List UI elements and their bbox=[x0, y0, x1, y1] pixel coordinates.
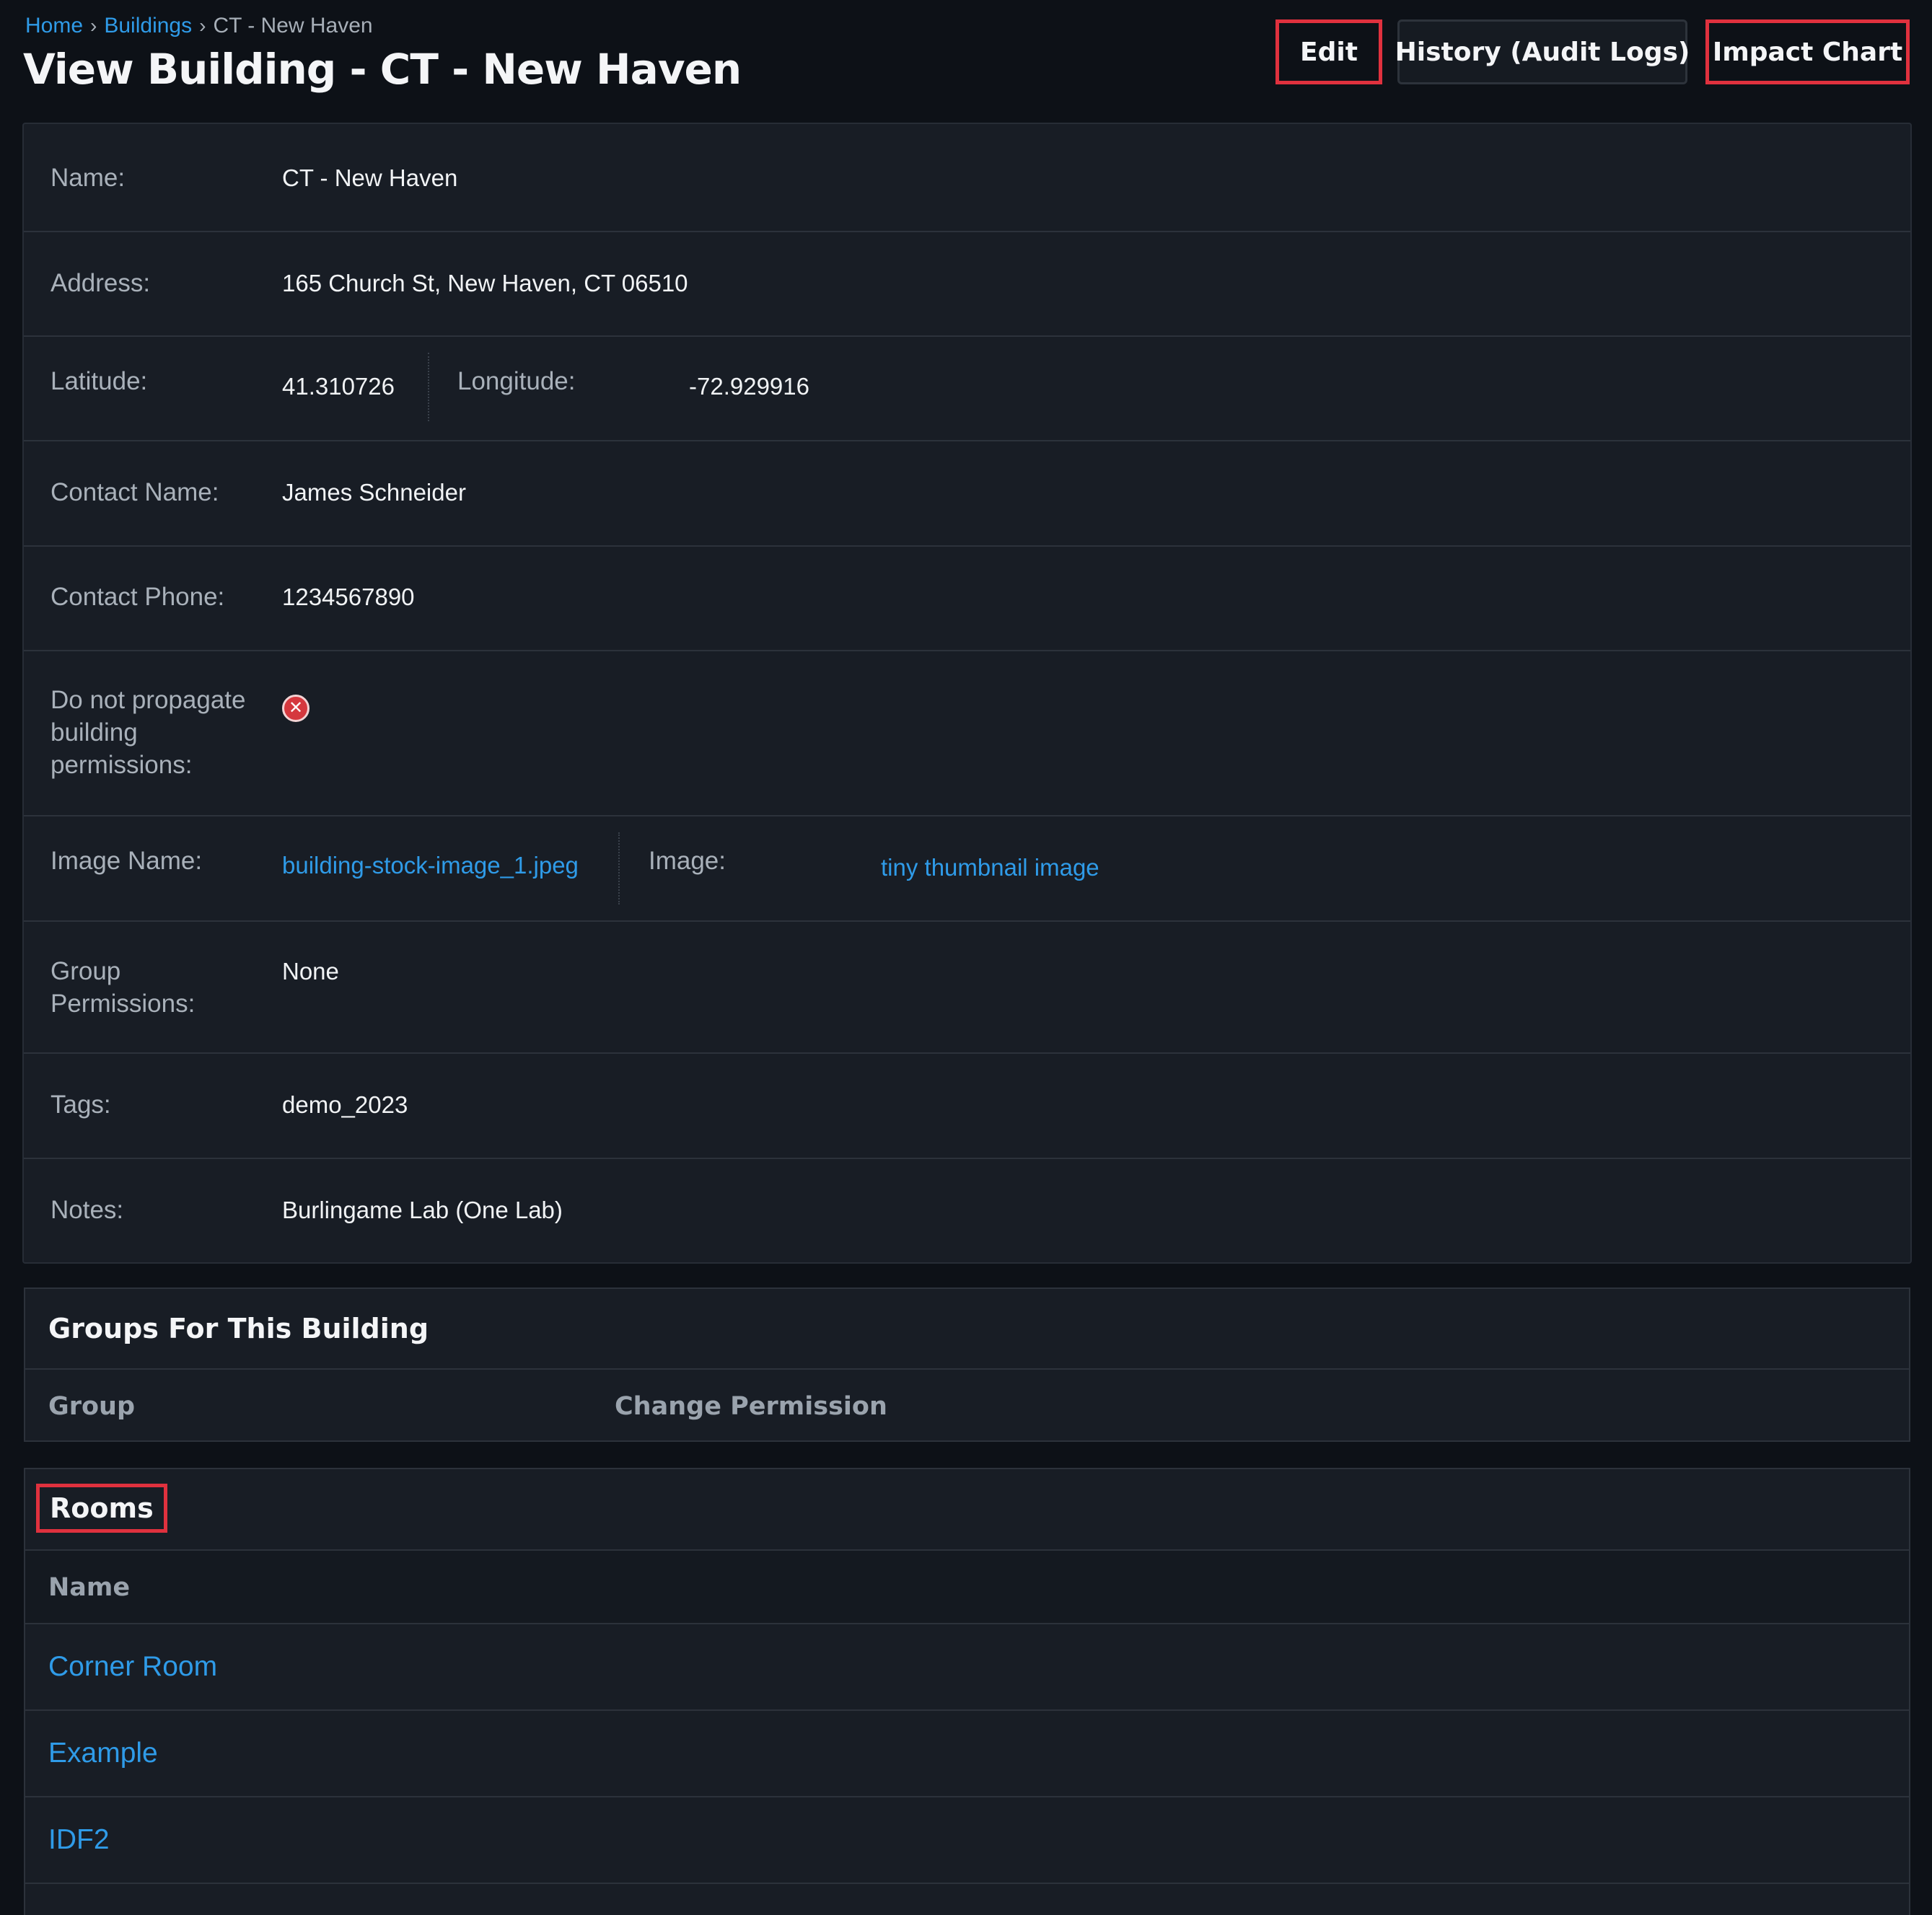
breadcrumb-buildings-link[interactable]: Buildings bbox=[104, 14, 192, 38]
detail-value-notes: Burlingame Lab (One Lab) bbox=[282, 1197, 563, 1223]
rooms-card-header: Rooms bbox=[25, 1469, 1909, 1551]
detail-label-longitude: Longitude: bbox=[457, 367, 576, 395]
detail-value-tags: demo_2023 bbox=[282, 1091, 408, 1118]
edit-button[interactable]: Edit bbox=[1275, 19, 1382, 84]
detail-value-image-name: building-stock-image_1.jpeg bbox=[282, 849, 579, 881]
building-details-panel: Name: CT - New Haven Address: 165 Church… bbox=[22, 123, 1912, 1264]
detail-row-coordinates: Latitude: 41.310726 Longitude: -72.92991… bbox=[24, 337, 1910, 441]
room-link-idf2[interactable]: IDF2 bbox=[48, 1822, 110, 1858]
detail-label-tags: Tags: bbox=[51, 1091, 111, 1119]
page-title: View Building - CT - New Haven bbox=[23, 45, 742, 94]
rooms-card-title: Rooms bbox=[36, 1484, 167, 1533]
room-link-corner-room[interactable]: Corner Room bbox=[48, 1649, 217, 1685]
detail-value-contact-name: James Schneider bbox=[282, 479, 466, 506]
detail-row-group-permissions: Group Permissions: None bbox=[24, 922, 1910, 1054]
detail-row-address: Address: 165 Church St, New Haven, CT 06… bbox=[24, 232, 1910, 337]
groups-card-header: Groups For This Building bbox=[25, 1289, 1909, 1370]
detail-label-contact-name: Contact Name: bbox=[51, 478, 219, 506]
table-row: IDF2 bbox=[25, 1797, 1909, 1884]
breadcrumb: Home › Buildings › CT - New Haven bbox=[25, 10, 373, 42]
detail-value-group-permissions: None bbox=[282, 958, 339, 985]
detail-value-contact-phone: 1234567890 bbox=[282, 584, 415, 610]
detail-value-longitude: -72.929916 bbox=[689, 373, 809, 400]
impact-chart-button[interactable]: Impact Chart bbox=[1705, 19, 1910, 84]
detail-row-no-propagate: Do not propagate building permissions: ✕ bbox=[24, 651, 1910, 816]
column-divider bbox=[428, 353, 429, 421]
image-name-link[interactable]: building-stock-image_1.jpeg bbox=[282, 852, 579, 879]
detail-row-notes: Notes: Burlingame Lab (One Lab) bbox=[24, 1159, 1910, 1264]
table-row: Corner Room bbox=[25, 1624, 1909, 1711]
detail-label-image-name: Image Name: bbox=[51, 847, 203, 875]
detail-value-no-propagate: ✕ bbox=[282, 689, 309, 722]
detail-value-image: tiny thumbnail image bbox=[881, 851, 1099, 884]
detail-label-no-propagate: Do not propagate building permissions: bbox=[51, 686, 246, 779]
detail-label-group-permissions: Group Permissions: bbox=[51, 957, 196, 1018]
breadcrumb-home-link[interactable]: Home bbox=[25, 14, 83, 38]
detail-label-name: Name: bbox=[51, 164, 126, 192]
breadcrumb-separator: › bbox=[199, 14, 206, 37]
detail-row-contact-name: Contact Name: James Schneider bbox=[24, 441, 1910, 547]
detail-row-image: Image Name: building-stock-image_1.jpeg … bbox=[24, 816, 1910, 922]
table-row: Example bbox=[25, 1711, 1909, 1797]
groups-table-header: Group Change Permission bbox=[25, 1370, 1909, 1440]
breadcrumb-current: CT - New Haven bbox=[213, 14, 373, 38]
breadcrumb-separator: › bbox=[90, 14, 97, 37]
detail-value-latitude: 41.310726 bbox=[282, 373, 395, 400]
detail-label-address: Address: bbox=[51, 269, 151, 297]
rooms-card: Rooms Name Corner Room Example IDF2 bbox=[24, 1468, 1910, 1915]
column-header-group: Group bbox=[48, 1392, 136, 1421]
x-circle-icon: ✕ bbox=[282, 695, 309, 722]
detail-row-contact-phone: Contact Phone: 1234567890 bbox=[24, 547, 1910, 651]
room-link-example[interactable]: Example bbox=[48, 1735, 158, 1771]
history-audit-logs-button[interactable]: History (Audit Logs) bbox=[1395, 19, 1690, 84]
detail-label-contact-phone: Contact Phone: bbox=[51, 583, 225, 611]
groups-card: Groups For This Building Group Change Pe… bbox=[24, 1287, 1910, 1442]
detail-row-tags: Tags: demo_2023 bbox=[24, 1054, 1910, 1159]
detail-label-latitude: Latitude: bbox=[51, 367, 148, 395]
detail-row-name: Name: CT - New Haven bbox=[24, 124, 1910, 232]
image-thumbnail-link[interactable]: tiny thumbnail image bbox=[881, 854, 1099, 881]
detail-value-name: CT - New Haven bbox=[282, 164, 458, 191]
column-header-name: Name bbox=[48, 1573, 131, 1602]
column-header-change-permission: Change Permission bbox=[615, 1392, 887, 1421]
detail-value-address: 165 Church St, New Haven, CT 06510 bbox=[282, 270, 688, 296]
detail-label-notes: Notes: bbox=[51, 1196, 124, 1224]
column-divider bbox=[618, 832, 620, 904]
detail-label-image: Image: bbox=[649, 847, 726, 875]
groups-card-title: Groups For This Building bbox=[48, 1313, 429, 1344]
rooms-table-header: Name bbox=[25, 1551, 1909, 1624]
